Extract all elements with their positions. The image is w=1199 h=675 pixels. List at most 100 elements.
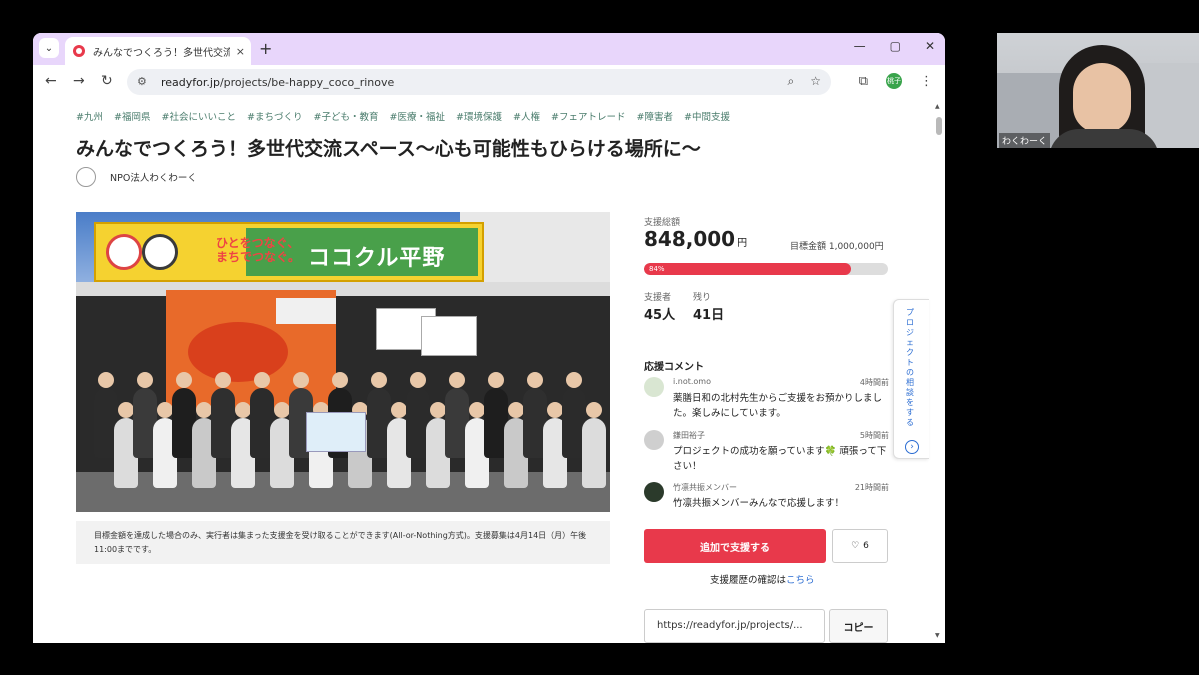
tag-list: #九州 #福岡県 #社会にいいこと #まちづくり #子ども・教育 #医療・福祉 … bbox=[76, 109, 738, 123]
favorite-count: 6 bbox=[863, 541, 869, 551]
remaining-label: 残り bbox=[693, 293, 712, 303]
profile-avatar[interactable]: 桃子 bbox=[886, 73, 902, 89]
commenter-name[interactable]: 竹凛共振メンバー bbox=[673, 482, 737, 493]
organizer-avatar bbox=[76, 167, 96, 187]
tab-search-icon[interactable]: ⌄ bbox=[39, 38, 59, 58]
commenter-name[interactable]: i.not.omo bbox=[673, 377, 711, 386]
scroll-up-icon[interactable]: ▲ bbox=[935, 103, 940, 110]
commenter-avatar[interactable] bbox=[644, 482, 664, 502]
person-head bbox=[410, 372, 426, 388]
tag-link[interactable]: #障害者 bbox=[637, 112, 673, 123]
person-head bbox=[332, 372, 348, 388]
person-head bbox=[488, 372, 504, 388]
project-main-image: ひとをつなぐ、まちでつなぐ。 ココクル平野 bbox=[76, 212, 610, 512]
commenter-avatar[interactable] bbox=[644, 430, 664, 450]
tag-link[interactable]: #人権 bbox=[513, 112, 540, 123]
person-head bbox=[527, 372, 543, 388]
video-participant-tile: わくわーく bbox=[997, 33, 1199, 148]
tag-link[interactable]: #フェアトレード bbox=[551, 112, 625, 123]
new-tab-button[interactable]: + bbox=[259, 39, 272, 58]
tag-link[interactable]: #中間支援 bbox=[684, 112, 730, 123]
person-head bbox=[468, 402, 485, 418]
person-head bbox=[371, 372, 387, 388]
forward-arrow-icon[interactable]: → bbox=[73, 73, 85, 89]
tab-title: みんなでつくろう！多世代交流ス bbox=[93, 47, 230, 59]
support-again-button[interactable]: 追加で支援する bbox=[644, 529, 826, 563]
maximize-button[interactable]: ▢ bbox=[890, 39, 901, 53]
person-head bbox=[117, 402, 134, 418]
consult-side-tab[interactable]: プロジェクトの相談をする › bbox=[893, 299, 929, 459]
commenter-name[interactable]: 鎌田裕子 bbox=[673, 430, 705, 441]
zoom-icon[interactable]: ⌕ bbox=[788, 74, 795, 89]
copy-button[interactable]: コピー bbox=[829, 609, 888, 643]
menu-kebab-icon[interactable]: ⋮ bbox=[920, 74, 933, 89]
tab-bar: ⌄ みんなでつくろう！多世代交流ス × + — ▢ ✕ bbox=[33, 33, 945, 65]
tab-close-icon[interactable]: × bbox=[236, 45, 245, 58]
extensions-icon[interactable]: ⧉ bbox=[859, 74, 868, 89]
favorite-button[interactable]: ♡ 6 bbox=[832, 529, 888, 563]
tag-link[interactable]: #子ども・教育 bbox=[314, 112, 379, 123]
tag-link[interactable]: #まちづくり bbox=[247, 112, 302, 123]
all-or-nothing-notice: 目標金額を達成した場合のみ、実行者は集まった支援金を受け取ることができます(Al… bbox=[76, 521, 610, 564]
comment-text: 竹凛共振メンバーみんなで応援します！ bbox=[673, 498, 845, 509]
organizer[interactable]: NPO法人わくわーく bbox=[76, 167, 197, 187]
minimize-button[interactable]: — bbox=[854, 39, 866, 53]
back-arrow-icon[interactable]: ← bbox=[45, 73, 57, 89]
person-head bbox=[176, 372, 192, 388]
supporters-label: 支援者 bbox=[644, 293, 672, 303]
person-head bbox=[293, 372, 309, 388]
person-head bbox=[215, 372, 231, 388]
close-window-button[interactable]: ✕ bbox=[925, 39, 935, 53]
goal-amount: 目標金額 1,000,000円 bbox=[790, 242, 884, 252]
page-scrollbar[interactable]: ▲ ▼ bbox=[935, 103, 943, 639]
person-head bbox=[390, 402, 407, 418]
person-head bbox=[546, 402, 563, 418]
person-head bbox=[234, 402, 251, 418]
comment-time: 4時間前 bbox=[859, 378, 889, 387]
progress-bar: 84% bbox=[644, 263, 888, 275]
supporters-count: 45人 bbox=[644, 308, 676, 323]
readyfor-favicon-icon bbox=[73, 45, 85, 57]
window-controls: — ▢ ✕ bbox=[854, 39, 935, 53]
address-bar[interactable]: ⚙ readyfor.jp/projects/be-happy_coco_rin… bbox=[127, 69, 831, 95]
chevron-right-icon: › bbox=[905, 440, 919, 454]
tag-link[interactable]: #環境保護 bbox=[456, 112, 502, 123]
tab-active[interactable]: みんなでつくろう！多世代交流ス × bbox=[65, 37, 251, 65]
browser-window: ⌄ みんなでつくろう！多世代交流ス × + — ▢ ✕ ← → ↻ ⚙ read… bbox=[33, 33, 945, 643]
browser-toolbar: ← → ↻ ⚙ readyfor.jp/projects/be-happy_co… bbox=[33, 65, 945, 99]
person-head bbox=[585, 402, 602, 418]
share-url-field[interactable]: https://readyfor.jp/projects/... bbox=[644, 609, 825, 643]
total-amount: 848,000 円 bbox=[644, 227, 748, 251]
comment-time: 5時間前 bbox=[859, 431, 889, 440]
person-figure bbox=[581, 418, 606, 488]
project-title: みんなでつくろう！多世代交流スペース〜心も可能性もひらける場所に〜 bbox=[76, 138, 701, 160]
scroll-thumb[interactable] bbox=[936, 117, 942, 135]
person-head bbox=[137, 372, 153, 388]
person-head bbox=[429, 402, 446, 418]
comment-time: 21時間前 bbox=[854, 483, 889, 492]
person-head bbox=[273, 402, 290, 418]
progress-fill: 84% bbox=[644, 263, 851, 275]
person-head bbox=[156, 402, 173, 418]
reload-icon[interactable]: ↻ bbox=[101, 73, 113, 89]
remaining-days: 41日 bbox=[693, 308, 725, 323]
person-head bbox=[98, 372, 114, 388]
person-head bbox=[449, 372, 465, 388]
commenter-avatar[interactable] bbox=[644, 377, 664, 397]
organizer-name[interactable]: NPO法人わくわーく bbox=[110, 170, 197, 184]
bookmark-star-icon[interactable]: ☆ bbox=[810, 74, 821, 89]
history-link[interactable]: こちら bbox=[786, 575, 815, 586]
consult-label: プロジェクトの相談をする bbox=[906, 308, 914, 427]
site-info-icon[interactable]: ⚙ bbox=[137, 75, 151, 89]
sign-text: ココクル平野 bbox=[308, 246, 446, 271]
tag-link[interactable]: #福岡県 bbox=[114, 112, 150, 123]
tag-link[interactable]: #社会にいいこと bbox=[162, 112, 236, 123]
person-head bbox=[566, 372, 582, 388]
person-head bbox=[195, 402, 212, 418]
tag-link[interactable]: #医療・福祉 bbox=[390, 112, 445, 123]
tag-link[interactable]: #九州 bbox=[76, 112, 103, 123]
scroll-down-icon[interactable]: ▼ bbox=[935, 632, 940, 639]
person-head bbox=[254, 372, 270, 388]
person-head bbox=[507, 402, 524, 418]
comment-text: プロジェクトの成功を願っています🍀 頑張って下さい！ bbox=[673, 446, 887, 472]
